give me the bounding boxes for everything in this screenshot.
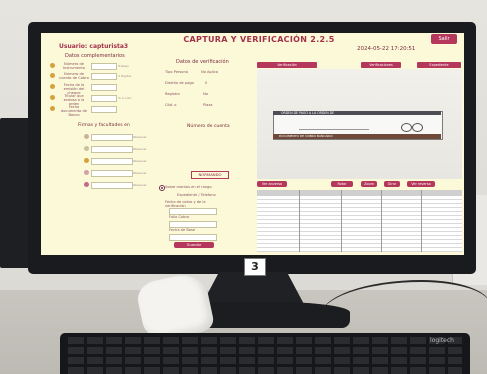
verify-label: Tipo Persona <box>165 70 188 74</box>
document-scan <box>257 190 462 252</box>
amount-title: Número de cuenta <box>187 124 230 129</box>
verify-value: No Aplica <box>201 70 218 74</box>
signature-hint: Observar <box>133 147 147 151</box>
signature-hint: Observar <box>133 135 147 139</box>
user-label: Usuario: capturista3 <box>59 43 129 50</box>
mid-subtitle: Expediente / Telefono <box>177 193 216 197</box>
monitor-number-tag: 3 <box>244 258 266 276</box>
field-input[interactable] <box>91 84 117 91</box>
signature-icon <box>84 170 89 175</box>
verify-value: No <box>203 92 208 96</box>
mid-field-label: Folio Cobro <box>169 215 190 219</box>
check-mark-oval <box>412 123 423 132</box>
keyboard <box>60 333 470 374</box>
datetime-label: 2024-05-22 17:20:51 <box>357 46 416 52</box>
field-input[interactable] <box>91 106 117 113</box>
check-top-text: ORDEN DE PAGO A LA ORDEN DE <box>281 111 335 115</box>
field-input[interactable] <box>91 95 117 102</box>
tab-bar: Verificación Verificaciones Expediente <box>257 62 462 68</box>
mid-field-input[interactable] <box>169 208 217 215</box>
check-marks <box>401 123 431 132</box>
info-icon <box>50 106 55 111</box>
key-row <box>68 347 462 354</box>
signature-input[interactable] <box>91 146 133 153</box>
verify-label: Cód. o <box>165 103 177 107</box>
keyboard-logo: logitech <box>430 337 454 344</box>
verify-label: Registro <box>165 92 180 96</box>
tab-verifications[interactable]: Verificaciones <box>361 62 401 68</box>
zoom-button[interactable]: Zoom <box>361 181 377 187</box>
normando-button[interactable]: NORMANDO <box>191 171 229 179</box>
verify-value: Plaza <box>203 103 213 107</box>
document-column <box>299 190 300 252</box>
info-icon <box>50 95 55 100</box>
signature-input[interactable] <box>91 134 133 141</box>
left-section-title: Datos complementarios <box>65 53 125 59</box>
signature-hint: Observar <box>133 159 147 163</box>
signature-hint: Observar <box>133 171 147 175</box>
exit-button[interactable]: Salir <box>431 34 457 44</box>
signature-icon <box>84 134 89 139</box>
signatures-title: Firmas y facultades en <box>78 123 130 128</box>
key-row <box>68 337 462 344</box>
signature-icon <box>84 182 89 187</box>
range-label: Sobre montos en el rango <box>165 185 212 189</box>
field-label: Número de cuenta de Cobro <box>59 72 89 80</box>
check-signature <box>299 121 369 130</box>
field-hint: % 2 núm <box>118 96 132 100</box>
middle-section-title: Datos de verificación <box>176 59 229 65</box>
field-input[interactable] <box>91 63 117 70</box>
signature-icon <box>84 146 89 151</box>
info-icon <box>50 63 55 68</box>
field-label: Número de Instrumento <box>63 62 85 70</box>
save-button[interactable]: Guardar <box>174 242 214 248</box>
app-title: CAPTURA Y VERIFICACIÓN 2.2.5 <box>183 35 335 44</box>
signature-input[interactable] <box>91 182 133 189</box>
view-back-button[interactable]: Ver reverso <box>407 181 435 187</box>
document-column <box>421 190 422 252</box>
mid-field-label: Fecha de Base <box>169 228 196 232</box>
mid-field-label: Fecha de cobro y de la verificación <box>165 200 206 208</box>
signature-icon <box>84 158 89 163</box>
check-mark-oval <box>401 123 412 132</box>
mid-field-input[interactable] <box>169 234 217 241</box>
field-input[interactable] <box>91 73 117 80</box>
mid-field-input[interactable] <box>169 221 217 228</box>
monitor-screen: CAPTURA Y VERIFICACIÓN 2.2.5 Usuario: ca… <box>41 33 464 255</box>
field-label: Fecha documento de Banco <box>61 105 87 117</box>
signature-input[interactable] <box>91 170 133 177</box>
tab-expediente[interactable]: Expediente <box>417 62 461 68</box>
rotate-button[interactable]: Rotar <box>331 181 353 187</box>
check-bottom-band: DOCUMENTO DE COBRO BANCARIO <box>273 134 441 139</box>
tab-verification[interactable]: Verificación <box>257 62 317 68</box>
verify-value: 0 <box>205 81 208 85</box>
key-row <box>68 367 462 374</box>
document-column <box>341 190 342 252</box>
verify-label: Distrito de pago <box>165 81 194 85</box>
field-hint: Trabajo <box>118 64 129 68</box>
key-row <box>68 357 462 364</box>
signature-input[interactable] <box>91 158 133 165</box>
field-hint: 3 Dígitos <box>118 74 132 78</box>
view-front-button[interactable]: Ver anverso <box>257 181 287 187</box>
document-header <box>257 190 462 196</box>
document-column <box>381 190 382 252</box>
turn-button[interactable]: Girar <box>384 181 400 187</box>
info-icon <box>50 84 55 89</box>
radio-dot <box>161 187 163 189</box>
signature-hint: Observar <box>133 183 147 187</box>
info-icon <box>50 73 55 78</box>
